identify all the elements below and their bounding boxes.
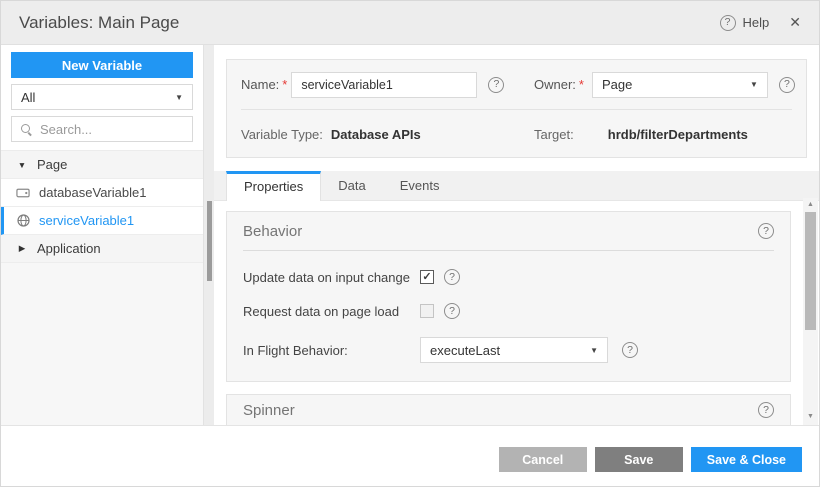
name-help-icon[interactable]: ?	[488, 77, 504, 93]
behavior-section-title: Behavior	[243, 223, 758, 240]
request-data-label: Request data on page load	[243, 304, 420, 319]
dialog-body: New Variable All ▼ ▼ Page	[1, 45, 819, 425]
required-marker: *	[282, 77, 287, 92]
variable-detail-pane: Name: * ? Owner: * Page ▼ ?	[214, 45, 819, 425]
variable-tree: ▼ Page databaseVariable1 serviceVariable…	[1, 150, 203, 263]
sidebar-scrollbar-thumb[interactable]	[207, 201, 212, 281]
in-flight-row: In Flight Behavior: executeLast ▼ ?	[243, 337, 774, 363]
update-data-checkbox[interactable]: ✓	[420, 270, 434, 284]
help-icon[interactable]: ?	[720, 15, 736, 31]
help-label[interactable]: Help	[743, 15, 770, 30]
behavior-section: Behavior ? Update data on input change ✓…	[226, 211, 791, 382]
variable-type-label: Variable Type:	[241, 127, 323, 142]
scroll-down-icon[interactable]: ▼	[803, 410, 818, 423]
variable-filter-select[interactable]: All ▼	[11, 84, 193, 110]
caret-right-icon[interactable]: ▶	[16, 243, 28, 254]
save-button[interactable]: Save	[595, 447, 683, 472]
service-variable-icon	[16, 214, 30, 227]
variable-type-group: Variable Type: Database APIs	[241, 127, 534, 142]
request-data-checkbox[interactable]	[420, 304, 434, 318]
variable-summary-panel: Name: * ? Owner: * Page ▼ ?	[226, 59, 807, 158]
chevron-down-icon: ▼	[175, 93, 183, 102]
name-input[interactable]	[291, 72, 477, 98]
help-button[interactable]: ? Help	[720, 15, 770, 31]
chevron-down-icon: ▼	[750, 80, 758, 89]
name-label: Name:	[241, 77, 279, 92]
variables-dialog: Variables: Main Page ? Help ✕ New Variab…	[0, 0, 820, 487]
owner-label: Owner:	[534, 77, 576, 92]
sidebar-scrollbar[interactable]	[203, 45, 214, 425]
tree-item-label: serviceVariable1	[39, 213, 134, 228]
in-flight-help-icon[interactable]: ?	[622, 342, 638, 358]
in-flight-selected-value: executeLast	[430, 343, 500, 358]
search-input[interactable]	[40, 122, 180, 137]
tree-item-service-variable[interactable]: serviceVariable1	[1, 207, 203, 235]
variables-sidebar: New Variable All ▼ ▼ Page	[1, 45, 203, 425]
required-marker: *	[579, 77, 584, 92]
target-label: Target:	[534, 127, 574, 142]
tree-item-label: databaseVariable1	[39, 185, 146, 200]
target-value: hrdb/filterDepartments	[608, 127, 748, 142]
update-data-help-icon[interactable]: ?	[444, 269, 460, 285]
save-and-close-button[interactable]: Save & Close	[691, 447, 802, 472]
update-data-label: Update data on input change	[243, 270, 420, 285]
tree-item-page[interactable]: ▼ Page	[1, 151, 203, 179]
request-data-row: Request data on page load ?	[243, 303, 774, 319]
detail-tab-bar: Properties Data Events	[214, 171, 819, 201]
content-scrollbar[interactable]: ▲ ▼	[803, 198, 818, 425]
sidebar-filler	[1, 263, 203, 425]
request-data-help-icon[interactable]: ?	[444, 303, 460, 319]
spinner-section: Spinner ?	[226, 394, 791, 425]
tab-events[interactable]: Events	[383, 171, 457, 200]
database-variable-icon	[16, 187, 30, 199]
owner-field-group: Owner: * Page ▼ ?	[534, 72, 795, 98]
tab-properties[interactable]: Properties	[226, 171, 321, 201]
chevron-down-icon: ▼	[590, 346, 598, 355]
section-divider	[243, 250, 774, 251]
properties-content: Behavior ? Update data on input change ✓…	[214, 201, 802, 425]
behavior-help-icon[interactable]: ?	[758, 223, 774, 239]
sidebar-controls: New Variable All ▼	[1, 45, 203, 150]
dialog-header: Variables: Main Page ? Help ✕	[1, 1, 819, 45]
tab-data[interactable]: Data	[321, 171, 382, 200]
update-data-row: Update data on input change ✓ ?	[243, 269, 774, 285]
caret-down-icon[interactable]: ▼	[16, 160, 28, 170]
variable-type-value: Database APIs	[331, 127, 421, 142]
scroll-up-icon[interactable]: ▲	[803, 198, 818, 211]
owner-select[interactable]: Page ▼	[592, 72, 768, 98]
tree-item-database-variable[interactable]: databaseVariable1	[1, 179, 203, 207]
tree-item-application[interactable]: ▶ Application	[1, 235, 203, 263]
spinner-section-title: Spinner	[243, 402, 758, 419]
in-flight-select[interactable]: executeLast ▼	[420, 337, 608, 363]
tree-item-label: Page	[37, 157, 67, 172]
page-title: Variables: Main Page	[19, 13, 720, 33]
owner-help-icon[interactable]: ?	[779, 77, 795, 93]
variable-search	[11, 116, 193, 142]
search-icon	[20, 123, 33, 136]
content-scrollbar-thumb[interactable]	[805, 212, 816, 330]
tree-item-label: Application	[37, 241, 101, 256]
check-icon: ✓	[422, 270, 431, 283]
dialog-footer: Cancel Save Save & Close	[1, 425, 819, 486]
new-variable-button[interactable]: New Variable	[11, 52, 193, 78]
target-group: Target: hrdb/filterDepartments	[534, 127, 748, 142]
cancel-button[interactable]: Cancel	[499, 447, 587, 472]
in-flight-label: In Flight Behavior:	[243, 343, 420, 358]
name-field-group: Name: * ?	[241, 72, 534, 98]
spinner-help-icon[interactable]: ?	[758, 402, 774, 418]
filter-selected-value: All	[21, 90, 35, 105]
owner-selected-value: Page	[602, 77, 632, 92]
close-icon[interactable]: ✕	[789, 14, 801, 31]
